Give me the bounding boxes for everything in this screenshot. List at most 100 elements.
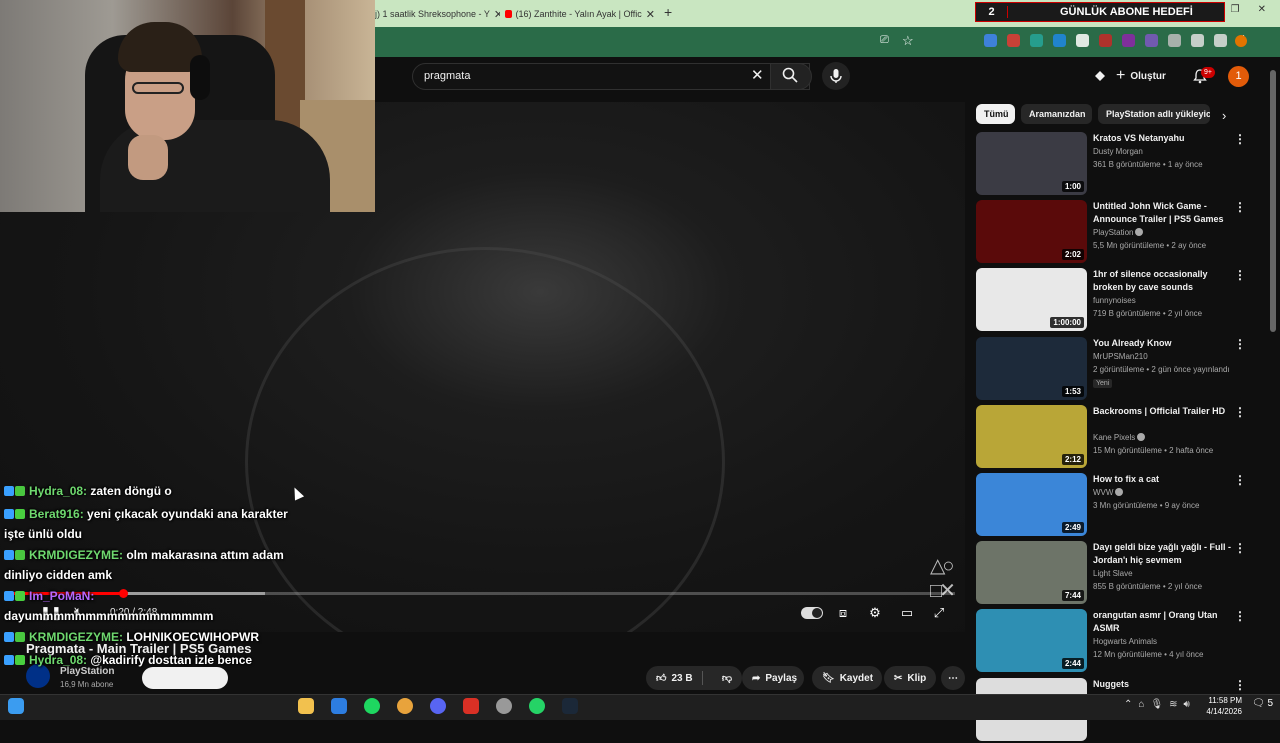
clip-button[interactable]: ✂ Klip [884,666,936,690]
more-options-icon[interactable]: ⋮ [1234,405,1246,419]
video-thumbnail[interactable]: 2:44 [976,609,1087,672]
like-count[interactable]: 23 B [671,673,692,684]
recommendation-channel[interactable]: Kane Pixels [1093,433,1146,442]
save-button[interactable]: 🔖︎ Kaydet [812,666,882,690]
chip-from-search[interactable]: Aramanızdan [1021,104,1092,124]
recommendation-channel[interactable]: funnynoises [1093,296,1136,305]
file-explorer-icon[interactable] [298,698,314,714]
close-window-icon[interactable]: ✕ [1258,4,1266,15]
video-thumbnail[interactable]: 1:00 [976,132,1087,195]
spotify-icon[interactable] [364,698,380,714]
video-thumbnail[interactable]: 1:00:00 [976,268,1087,331]
recommendation-channel[interactable]: PlayStation [1093,228,1144,237]
create-button[interactable]: + Oluştur [1116,64,1166,88]
recommendation-channel[interactable]: Light Slave [1093,569,1133,578]
extension-icon[interactable] [1099,34,1112,47]
video-thumbnail[interactable]: 1:53 [976,337,1087,400]
recommendation-title[interactable]: 1hr of silence occasionally broken by ca… [1093,268,1233,294]
discord-icon[interactable] [430,698,446,714]
thumbs-down-icon[interactable]: 👎︎ [722,672,732,684]
recommendation-title[interactable]: orangutan asmr | Orang Utan ASMR [1093,609,1233,635]
share-button[interactable]: ➦ Paylaş [742,666,804,690]
browser-tab-active[interactable]: (16) Zanthite - Yalın Ayak | Offic ✕ [505,4,655,24]
extension-icon[interactable] [1030,34,1043,47]
recommendation-title[interactable]: Backrooms | Official Trailer HD [1093,405,1233,418]
fullscreen-icon[interactable]: ⤢ [930,604,948,622]
tab-close-icon[interactable]: ✕ [494,8,500,21]
tab-close-icon[interactable]: ✕ [646,8,655,21]
extension-icon[interactable] [1007,34,1020,47]
cast-icon[interactable]: ⎚ [880,34,889,47]
recommendation-item[interactable]: 1:53 You Already Know MrUPSMan210 2 görüntü… [976,337,1266,402]
recommendation-channel[interactable]: Hogwarts Animals [1093,637,1157,646]
recommendation-item[interactable]: 1:00 Kratos VS Netanyahu Dusty Morgan 361 B… [976,132,1266,197]
reading-list-icon[interactable] [1214,34,1227,47]
recommendation-title[interactable]: Dayı geldi bize yağlı yağlı - Full - Jor… [1093,541,1233,567]
extension-icon[interactable] [1145,34,1158,47]
more-options-icon[interactable]: ⋮ [1234,337,1246,351]
recommendation-title[interactable]: You Already Know [1093,337,1233,350]
recommendation-item[interactable]: 7:44 Dayı geldi bize yağlı yağlı - Full -… [976,541,1266,606]
account-avatar[interactable]: 1 [1228,66,1249,87]
chevron-up-icon[interactable]: ⌃ [1124,699,1132,710]
bookmark-star-icon[interactable]: ☆ [902,33,914,49]
whatsapp-icon[interactable] [529,698,545,714]
recommendation-title[interactable]: How to fix a cat [1093,473,1233,486]
extension-icon[interactable] [1122,34,1135,47]
notification-center-icon[interactable]: 🗨︎ 5 [1252,698,1273,709]
recommendation-title[interactable]: Untitled John Wick Game - Announce Trail… [1093,200,1233,226]
more-options-icon[interactable]: ⋮ [1234,609,1246,623]
new-tab-button[interactable]: + [664,4,672,20]
recommendation-channel[interactable]: WVW [1093,488,1124,497]
obs-icon[interactable] [496,698,512,714]
start-menu-icon[interactable] [8,698,24,714]
clear-search-icon[interactable]: ✕ [751,66,764,84]
recommendation-title[interactable]: Kratos VS Netanyahu [1093,132,1233,145]
extension-icon[interactable] [984,34,997,47]
video-thumbnail[interactable]: 2:49 [976,473,1087,536]
miniplayer-icon[interactable]: ▭ [898,604,916,622]
store-icon[interactable] [331,698,347,714]
app-icon[interactable] [463,698,479,714]
more-options-icon[interactable]: ⋮ [1234,541,1246,555]
extension-icon[interactable] [1076,34,1089,47]
wifi-icon[interactable]: ≋ [1169,699,1177,710]
studio-icon[interactable] [1092,68,1108,84]
recommendation-item[interactable]: 2:49 How to fix a cat WVW 3 Mn görüntüleme … [976,473,1266,538]
extensions-puzzle-icon[interactable] [1191,34,1204,47]
recommendation-item[interactable]: 2:44 orangutan asmr | Orang Utan ASMR Hogw… [976,609,1266,674]
recommendation-channel[interactable]: MrUPSMan210 [1093,352,1148,361]
autoplay-toggle[interactable] [801,607,823,619]
video-thumbnail[interactable]: 7:44 [976,541,1087,604]
subtitles-icon[interactable]: ⧈ [834,604,852,622]
volume-icon[interactable]: 🔊︎ [1184,699,1190,710]
recommendation-item[interactable]: 2:02 Untitled John Wick Game - Announce T… [976,200,1266,265]
more-options-icon[interactable]: ⋮ [1234,132,1246,146]
more-actions-button[interactable]: ⋯ [941,666,965,690]
taskbar-clock[interactable]: 11:58 PM 4/14/2026 [1200,695,1242,717]
more-options-icon[interactable]: ⋮ [1234,473,1246,487]
recommendation-channel[interactable]: Dusty Morgan [1093,147,1143,156]
scrollbar[interactable] [1270,70,1276,332]
microphone-tray-icon[interactable]: 🎙︎ [1150,699,1163,710]
chrome-icon[interactable] [397,698,413,714]
recommendation-item[interactable]: 1:00:00 1hr of silence occasionally broke… [976,268,1266,333]
more-options-icon[interactable]: ⋮ [1234,678,1246,692]
recommendation-title[interactable]: Nuggets [1093,678,1233,691]
settings-gear-icon[interactable]: ⚙ [866,604,884,622]
more-options-icon[interactable]: ⋮ [1234,268,1246,282]
browser-tab[interactable]: j) 1 saatlik Shreksophone - Y ✕ [375,4,500,24]
thumbs-up-icon[interactable]: 👍︎ [656,672,666,684]
chip-uploader[interactable]: PlayStation adlı yükleyici [1098,104,1210,124]
recommendation-item[interactable]: 2:12 Backrooms | Official Trailer HD Kane … [976,405,1266,470]
extension-icon[interactable] [1168,34,1181,47]
network-icon[interactable]: ⌂ [1138,699,1144,710]
extension-icon[interactable] [1053,34,1066,47]
chip-all[interactable]: Tümü [976,104,1015,124]
more-options-icon[interactable]: ⋮ [1234,200,1246,214]
restore-icon[interactable]: ❐ [1231,4,1240,15]
video-thumbnail[interactable]: 2:02 [976,200,1087,263]
voice-search-button[interactable] [822,62,850,90]
search-icon[interactable] [782,67,798,83]
video-thumbnail[interactable]: 2:12 [976,405,1087,468]
